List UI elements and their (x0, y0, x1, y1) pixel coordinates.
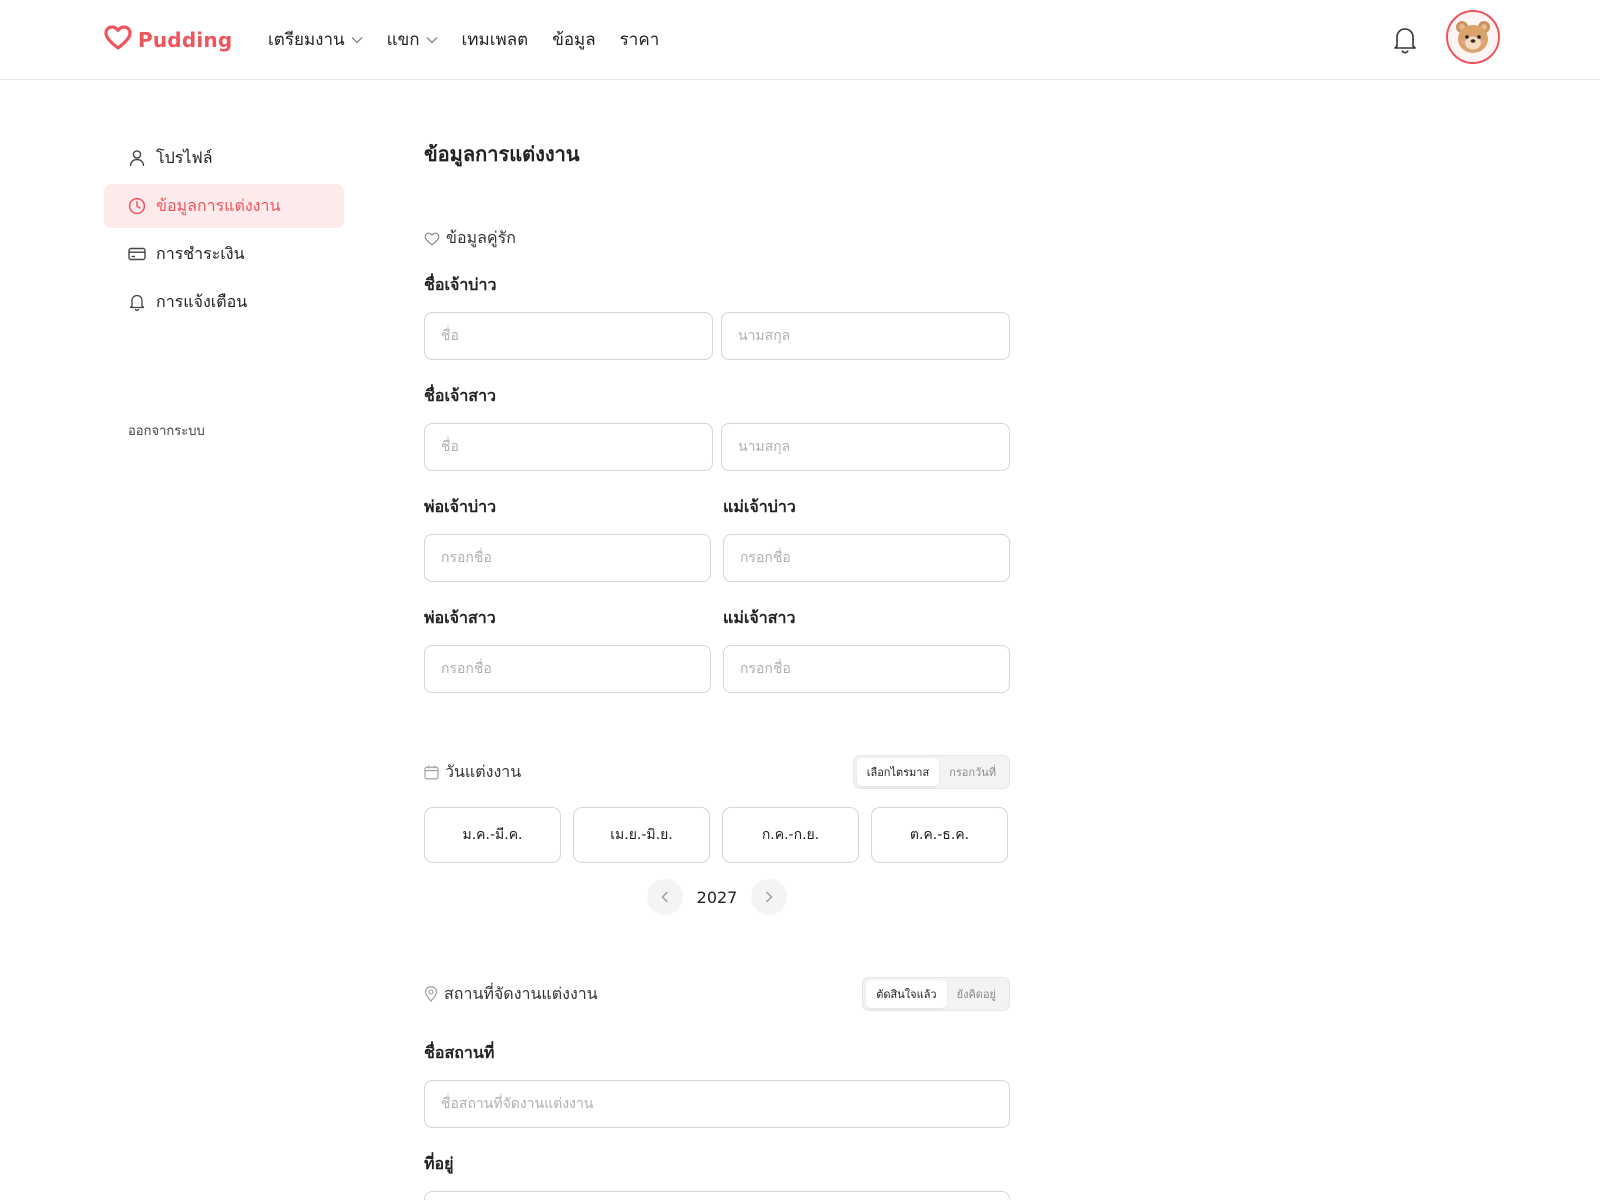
brand-logo[interactable]: Pudding (104, 25, 232, 55)
venue-address-label: ที่อยู่ (424, 1154, 454, 1173)
bride-mother-input[interactable] (723, 645, 1010, 693)
sidebar-item-label: การแจ้งเตือน (156, 291, 248, 311)
page-title: ข้อมูลการแต่งงาน (424, 142, 580, 166)
venue-section-title: สถานที่จัดงานแต่งงาน (424, 982, 598, 1007)
sidebar-item-profile[interactable]: โปรไฟล์ (104, 136, 344, 180)
sidebar-item-label: โปรไฟล์ (156, 147, 213, 167)
credit-card-icon (128, 245, 146, 263)
venue-section-head: สถานที่จัดงานแต่งงาน ตัดสินใจแล้ว ยังคิด… (424, 977, 1010, 1011)
bride-mother-field: แม่เจ้าสาว (723, 606, 1010, 693)
venue-name-input[interactable] (424, 1080, 1010, 1128)
nav-item-prepare[interactable]: เตรียมงาน (268, 26, 363, 53)
nav-item-guests[interactable]: แขก (387, 26, 438, 53)
chevron-down-icon (351, 36, 363, 43)
user-avatar[interactable] (1446, 10, 1500, 64)
heart-logo-icon (104, 25, 132, 55)
nav-item-label: แขก (386, 30, 420, 50)
quarter-q4-button[interactable]: ต.ค.-ธ.ค. (871, 807, 1008, 863)
bride-first-name-input[interactable] (424, 423, 713, 471)
nav-item-pricing[interactable]: ราคา (620, 26, 660, 53)
bear-avatar-icon (1456, 21, 1490, 53)
groom-mother-field: แม่เจ้าบ่าว (723, 495, 1010, 582)
chevron-left-icon (661, 891, 668, 903)
nav-item-label: เตรียมงาน (268, 30, 345, 50)
quarter-q1-button[interactable]: ม.ค.-มี.ค. (424, 807, 561, 863)
bell-icon (128, 293, 146, 311)
groom-parents-row: พ่อเจ้าบ่าว แม่เจ้าบ่าว (424, 495, 1010, 582)
bride-father-label: พ่อเจ้าสาว (424, 608, 496, 627)
nav-item-label: ข้อมูล (552, 30, 596, 50)
year-navigator: 2027 (424, 879, 1010, 915)
notifications-button[interactable] (1390, 24, 1420, 56)
bride-father-field: พ่อเจ้าสาว (424, 606, 711, 693)
date-mode-toggle: เลือกไตรมาส กรอกวันที่ (852, 755, 1010, 789)
bride-name-row (424, 423, 1010, 471)
couple-section-title: ข้อมูลคู่รัก (424, 226, 1010, 251)
groom-father-label: พ่อเจ้าบ่าว (424, 497, 497, 516)
main-nav: เตรียมงาน แขก เทมเพลต ข้อมูล ราคา (268, 26, 683, 53)
calendar-icon (424, 765, 439, 780)
groom-father-input[interactable] (424, 534, 711, 582)
sidebar-item-label: การชำระเงิน (156, 243, 245, 263)
bride-father-input[interactable] (424, 645, 711, 693)
venue-address-input[interactable] (424, 1191, 1010, 1200)
location-pin-icon (424, 986, 438, 1002)
bride-last-name-input[interactable] (721, 423, 1010, 471)
groom-first-name-input[interactable] (424, 312, 713, 360)
nav-item-label: เทมเพลต (461, 30, 529, 50)
section-title-text: ข้อมูลคู่รัก (446, 228, 516, 247)
groom-last-name-input[interactable] (721, 312, 1010, 360)
quarter-options: ม.ค.-มี.ค. เม.ย.-มิ.ย. ก.ค.-ก.ย. ต.ค.-ธ.… (424, 807, 1010, 863)
sidebar-item-wedding-info[interactable]: ข้อมูลการแต่งงาน (104, 184, 344, 228)
toggle-decided[interactable]: ตัดสินใจแล้ว (866, 980, 947, 1008)
heart-icon (424, 232, 440, 246)
quarter-q3-button[interactable]: ก.ค.-ก.ย. (722, 807, 859, 863)
nav-item-label: ราคา (619, 30, 660, 50)
user-icon (128, 149, 146, 167)
bell-icon (1394, 28, 1416, 54)
venue-name-label: ชื่อสถานที่ (424, 1043, 495, 1062)
bride-name-label: ชื่อเจ้าสาว (424, 386, 497, 405)
clock-icon (128, 197, 146, 215)
sidebar-item-payment[interactable]: การชำระเงิน (104, 232, 344, 276)
groom-name-row (424, 312, 1010, 360)
groom-father-field: พ่อเจ้าบ่าว (424, 495, 711, 582)
sidebar-item-label: ข้อมูลการแต่งงาน (156, 195, 281, 215)
quarter-q2-button[interactable]: เม.ย.-มิ.ย. (573, 807, 710, 863)
wedding-date-section-head: วันแต่งงาน เลือกไตรมาส กรอกวันที่ (424, 755, 1010, 789)
wedding-info-form: ข้อมูลการแต่งงาน ข้อมูลคู่รัก ชื่อเจ้าบ่… (424, 138, 1010, 1200)
groom-mother-input[interactable] (723, 534, 1010, 582)
sidebar-item-notifications[interactable]: การแจ้งเตือน (104, 280, 344, 324)
bride-mother-label: แม่เจ้าสาว (723, 608, 796, 627)
toggle-select-quarter[interactable]: เลือกไตรมาส (856, 758, 940, 786)
settings-sidebar: โปรไฟล์ ข้อมูลการแต่งงาน การชำระเงิน การ… (104, 136, 344, 328)
groom-name-label: ชื่อเจ้าบ่าว (424, 275, 497, 294)
section-title-text: สถานที่จัดงานแต่งงาน (444, 983, 598, 1003)
toggle-undecided[interactable]: ยังคิดอยู่ (947, 980, 1006, 1008)
chevron-down-icon (426, 36, 437, 43)
chevron-right-icon (766, 891, 773, 903)
brand-name: Pudding (138, 28, 233, 52)
nav-item-templates[interactable]: เทมเพลต (462, 26, 529, 53)
prev-year-button[interactable] (646, 879, 683, 915)
top-header: Pudding เตรียมงาน แขก เทมเพลต ข้อมูล ราค… (0, 0, 1600, 80)
logout-link[interactable]: ออกจากระบบ (128, 420, 205, 441)
venue-status-toggle: ตัดสินใจแล้ว ยังคิดอยู่ (862, 977, 1010, 1011)
bride-parents-row: พ่อเจ้าสาว แม่เจ้าสาว (424, 606, 1010, 693)
toggle-enter-date[interactable]: กรอกวันที่ (939, 758, 1006, 786)
next-year-button[interactable] (751, 879, 788, 915)
groom-mother-label: แม่เจ้าบ่าว (723, 497, 796, 516)
nav-item-info[interactable]: ข้อมูล (552, 26, 595, 53)
section-title-text: วันแต่งงาน (445, 761, 522, 781)
wedding-date-section-title: วันแต่งงาน (424, 760, 521, 785)
year-value: 2027 (696, 887, 738, 907)
